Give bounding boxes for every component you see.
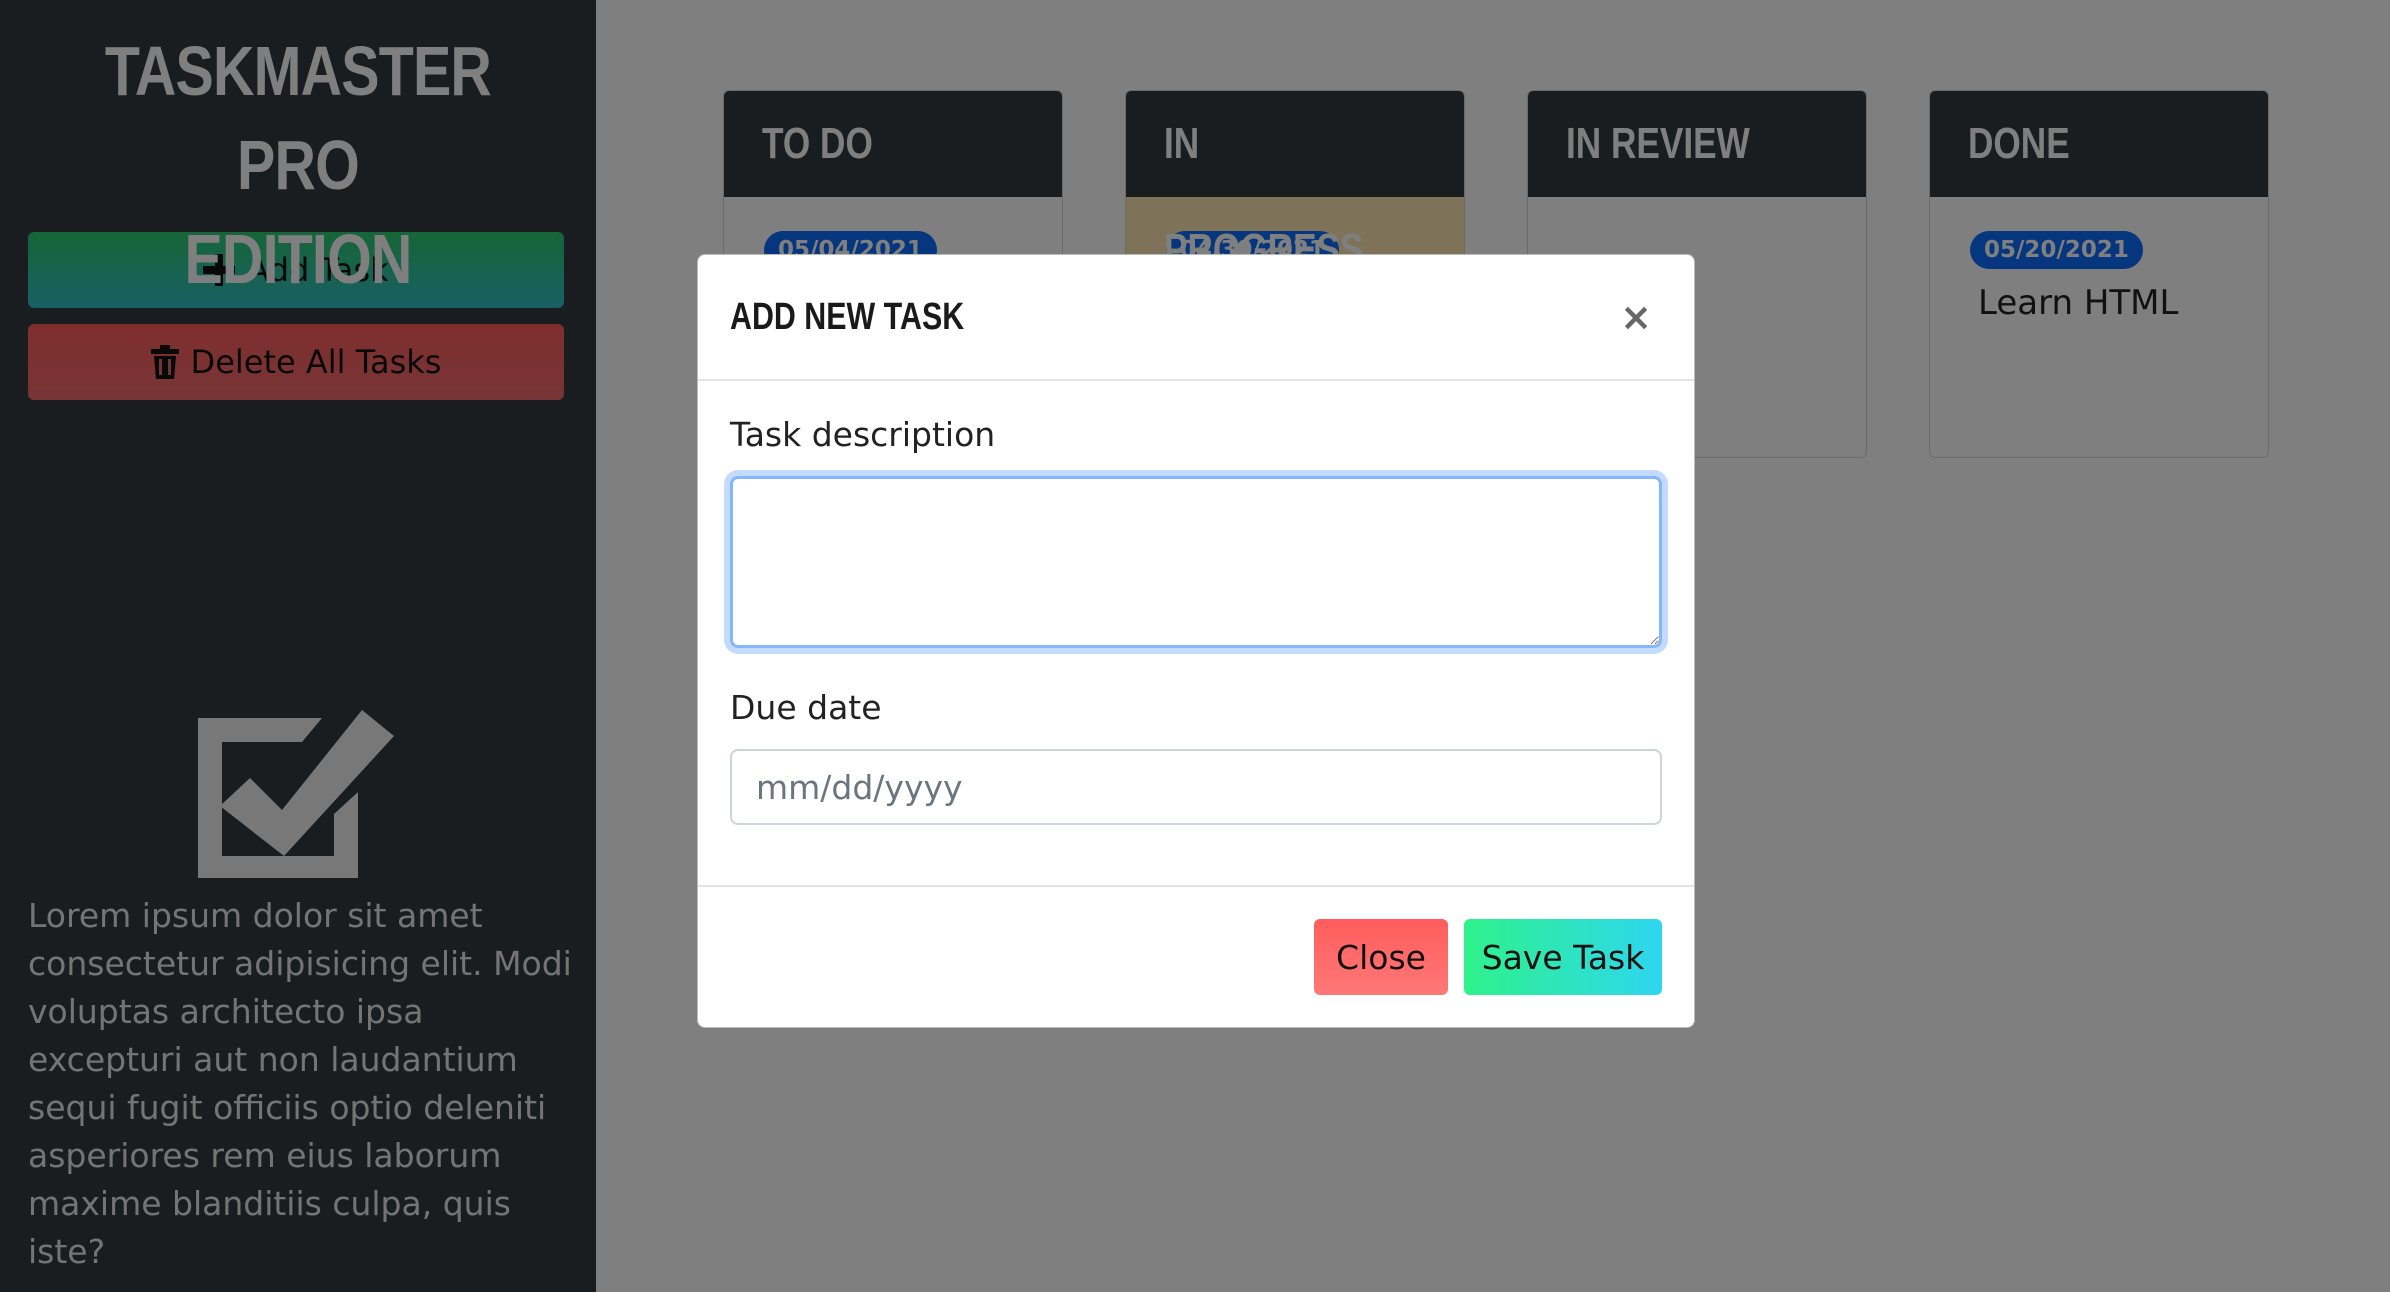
save-task-button[interactable]: Save Task bbox=[1464, 919, 1662, 995]
modal-header: ADD NEW TASK × bbox=[698, 255, 1694, 381]
modal-footer: Close Save Task bbox=[698, 885, 1694, 1027]
due-date-input[interactable]: mm/dd/yyyy bbox=[730, 749, 1662, 825]
close-icon[interactable]: × bbox=[1620, 295, 1652, 339]
task-description-input[interactable] bbox=[730, 476, 1662, 648]
due-date-label: Due date bbox=[730, 688, 882, 727]
due-date-placeholder: mm/dd/yyyy bbox=[756, 767, 963, 807]
modal-title: ADD NEW TASK bbox=[730, 295, 965, 338]
add-task-modal: ADD NEW TASK × Task description Due date… bbox=[697, 254, 1695, 1028]
task-description-label: Task description bbox=[730, 415, 996, 454]
modal-body: Task description Due date mm/dd/yyyy bbox=[698, 381, 1694, 825]
close-button[interactable]: Close bbox=[1314, 919, 1448, 995]
